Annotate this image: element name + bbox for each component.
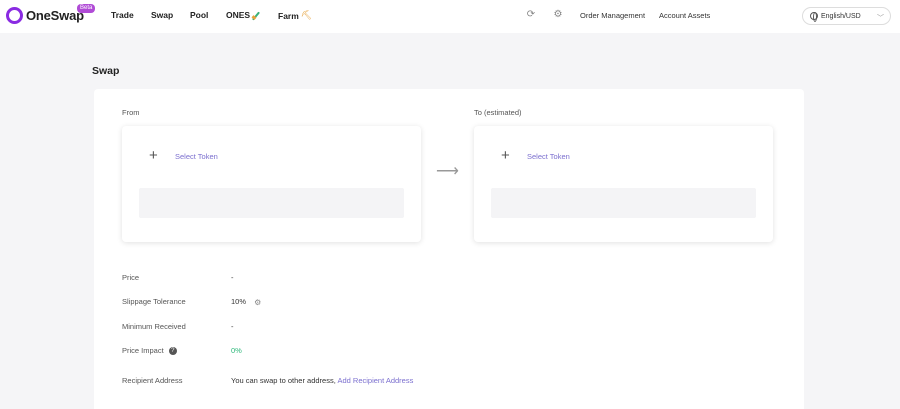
slippage-gear-icon[interactable]: ⚙ <box>254 298 261 307</box>
min-received-value: - <box>231 322 234 331</box>
nav-trade[interactable]: Trade <box>111 10 134 20</box>
min-received-label: Minimum Received <box>122 322 186 331</box>
slippage-value: 10% <box>231 297 247 306</box>
to-token-card: + Select Token <box>474 126 773 242</box>
plus-icon[interactable]: + <box>501 148 510 163</box>
nav-ones[interactable]: ONES <box>226 10 260 20</box>
to-select-token-button[interactable]: Select Token <box>527 152 570 161</box>
price-impact-value: 0% <box>231 346 242 355</box>
from-label: From <box>122 108 140 117</box>
chevron-down-icon: ﹀ <box>877 15 884 22</box>
add-recipient-address-link[interactable]: Add Recipient Address <box>337 376 413 385</box>
settings-gear-icon[interactable]: ⚙ <box>553 10 563 20</box>
language-label: English/USD <box>821 12 861 20</box>
language-selector[interactable]: English/USD ﹀ <box>802 7 891 25</box>
logo-ring-icon <box>6 7 23 24</box>
to-amount-input[interactable] <box>491 188 756 218</box>
refresh-icon[interactable]: ⟳ <box>526 10 536 20</box>
price-impact-label-group: Price Impact ? <box>122 346 177 356</box>
page-title: Swap <box>92 65 120 77</box>
beta-badge: Beta <box>77 4 96 13</box>
oneswap-logo[interactable]: OneSwap Beta <box>6 4 96 24</box>
globe-icon <box>810 12 818 22</box>
to-label: To (estimated) <box>474 108 522 117</box>
from-select-token-button[interactable]: Select Token <box>175 152 218 161</box>
recipient-text: You can swap to other address, <box>231 376 338 385</box>
nav-swap[interactable]: Swap <box>151 10 173 20</box>
pickaxe-icon: ⛏ <box>300 10 313 20</box>
nav-farm-label: Farm <box>278 10 299 21</box>
price-impact-label: Price Impact <box>122 346 164 355</box>
top-navbar: OneSwap Beta Trade Swap Pool ONES Farm ⛏… <box>0 0 900 33</box>
nav-ones-label: ONES <box>226 10 251 20</box>
pencil-icon <box>251 11 260 20</box>
price-value: - <box>231 273 234 282</box>
slippage-label: Slippage Tolerance <box>122 297 186 306</box>
recipient-address-label: Recipient Address <box>122 376 183 385</box>
account-assets-link[interactable]: Account Assets <box>659 11 710 20</box>
nav-farm[interactable]: Farm ⛏ <box>278 10 312 21</box>
logo-text: OneSwap <box>26 8 84 23</box>
recipient-address-row: You can swap to other address, Add Recip… <box>231 376 413 385</box>
arrow-right-icon: ⟶ <box>436 163 459 180</box>
from-token-card: + Select Token <box>122 126 421 242</box>
slippage-value-group: 10% ⚙ <box>231 297 261 307</box>
from-amount-input[interactable] <box>139 188 404 218</box>
nav-pool[interactable]: Pool <box>190 10 208 20</box>
question-mark-icon[interactable]: ? <box>168 347 177 356</box>
order-management-link[interactable]: Order Management <box>580 11 645 20</box>
plus-icon[interactable]: + <box>149 148 158 163</box>
price-label: Price <box>122 273 140 282</box>
